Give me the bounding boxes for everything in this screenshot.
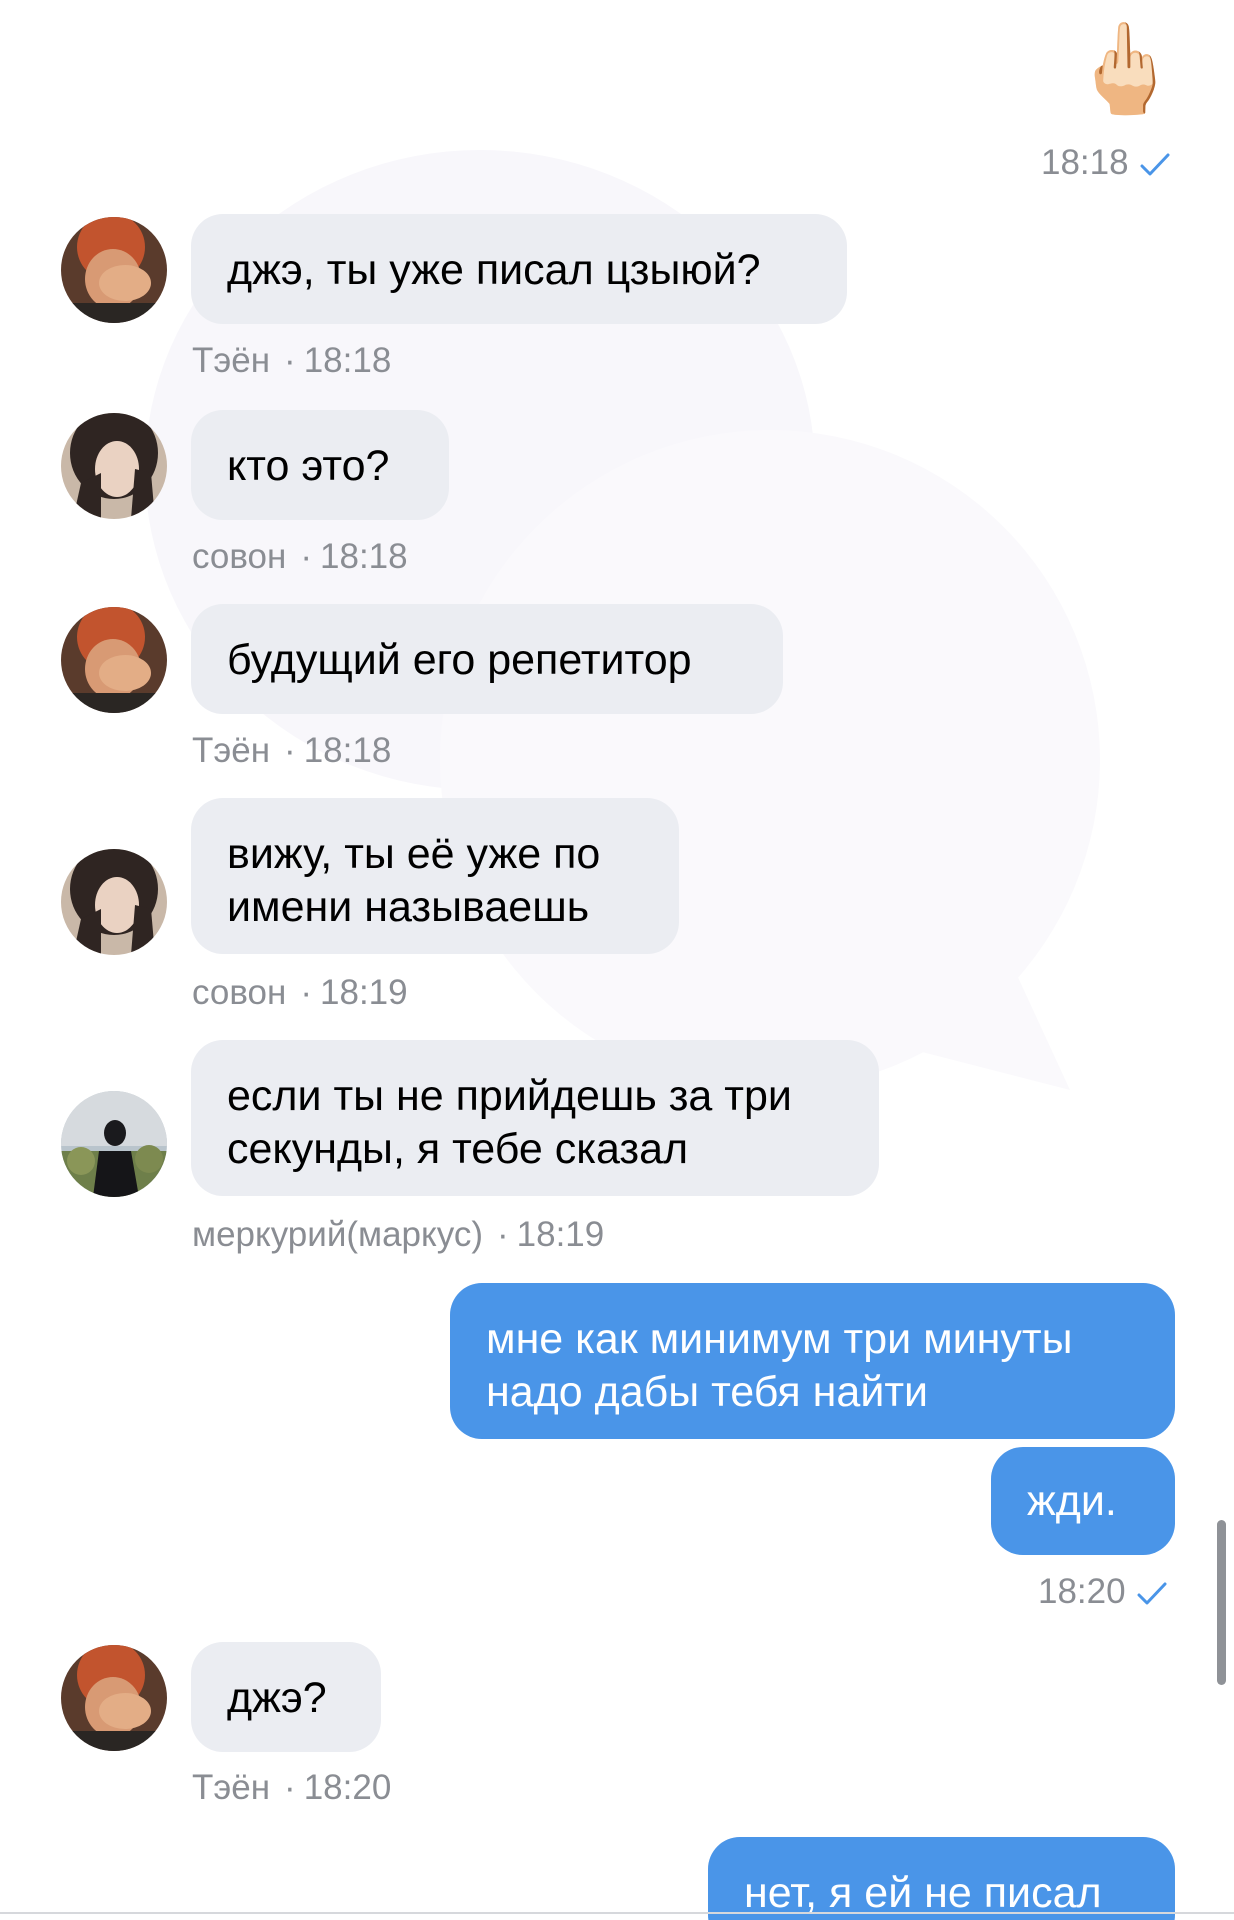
message-time: 18:18 [303, 341, 392, 380]
message-meta: Тэён · 18:18 [192, 731, 392, 770]
outgoing-sticker[interactable]: 🖕🏻 [1070, 14, 1190, 124]
incoming-message-bubble[interactable]: джэ, ты уже писал цзыюй? [191, 214, 847, 324]
message-time: 18:20 [303, 1768, 392, 1807]
message-text-line: секунды, я тебе сказал [227, 1125, 689, 1173]
avatar-taeyong[interactable] [61, 1645, 167, 1751]
incoming-message-bubble[interactable]: будущий его репетитор [191, 604, 783, 714]
message-text: кто это? [227, 442, 390, 490]
message-text: будущий его репетитор [227, 636, 692, 684]
message-time: 18:19 [320, 973, 408, 1012]
avatar-photo-icon [61, 1645, 167, 1751]
check-icon [1140, 153, 1170, 176]
incoming-message-bubble[interactable]: вижу, ты её уже по имени называешь [191, 798, 679, 954]
sender-name[interactable]: Тэён [192, 341, 270, 380]
chat-screen: 🖕🏻 18:18 джэ, ты уже писал цзыюй? Тэён · 1… [0, 0, 1234, 1920]
avatar-photo-icon [61, 217, 167, 323]
check-icon [1137, 1582, 1167, 1605]
message-text-line: вижу, ты её уже по [227, 830, 601, 878]
sender-name[interactable]: меркурий(маркус) [192, 1215, 483, 1254]
avatar-photo-icon [61, 1091, 167, 1197]
sender-name[interactable]: Тэён [192, 731, 270, 770]
incoming-message-bubble[interactable]: кто это? [191, 410, 449, 520]
message-text: жди. [1027, 1477, 1117, 1525]
message-text-line: надо дабы тебя найти [486, 1368, 929, 1416]
message-meta: Тэён · 18:20 [192, 1768, 392, 1807]
avatar-photo-icon [61, 607, 167, 713]
message-meta: совон · 18:18 [192, 537, 408, 576]
message-meta: меркурий(маркус) · 18:19 [192, 1215, 605, 1254]
outgoing-message-bubble[interactable]: нет, я ей не писал [708, 1837, 1175, 1920]
avatar-photo-icon [61, 413, 167, 519]
scrollbar[interactable] [1217, 1520, 1226, 1685]
avatar-mercury[interactable] [61, 1091, 167, 1197]
divider [0, 1912, 1234, 1914]
sender-name[interactable]: совон [192, 973, 286, 1012]
message-text-line: имени называешь [227, 883, 590, 931]
avatar-taeyong[interactable] [61, 217, 167, 323]
incoming-message-bubble[interactable]: если ты не прийдешь за три секунды, я те… [191, 1040, 879, 1196]
message-time: 18:19 [516, 1215, 605, 1254]
message-meta: совон · 18:19 [192, 973, 408, 1012]
avatar-photo-icon [61, 849, 167, 955]
middle-finger-sticker-icon: 🖕🏻 [1070, 19, 1180, 118]
avatar-sowon[interactable] [61, 413, 167, 519]
outgoing-timestamp: 18:18 [1041, 143, 1171, 183]
message-text: джэ, ты уже писал цзыюй? [227, 246, 761, 294]
message-text-line: мне как минимум три минуты [486, 1315, 1073, 1363]
message-text: джэ? [227, 1674, 327, 1722]
incoming-message-bubble[interactable]: джэ? [191, 1642, 381, 1752]
sender-name[interactable]: Тэён [192, 1768, 270, 1807]
outgoing-message-bubble[interactable]: жди. [991, 1447, 1175, 1555]
message-time: 18:18 [303, 731, 392, 770]
message-time: 18:18 [320, 537, 408, 576]
message-meta: Тэён · 18:18 [192, 341, 392, 380]
avatar-sowon[interactable] [61, 849, 167, 955]
sender-name[interactable]: совон [192, 537, 286, 576]
outgoing-timestamp: 18:20 [1038, 1572, 1168, 1612]
avatar-taeyong[interactable] [61, 607, 167, 713]
message-text-line: если ты не прийдешь за три [227, 1072, 792, 1120]
outgoing-message-bubble[interactable]: мне как минимум три минуты надо дабы теб… [450, 1283, 1175, 1439]
